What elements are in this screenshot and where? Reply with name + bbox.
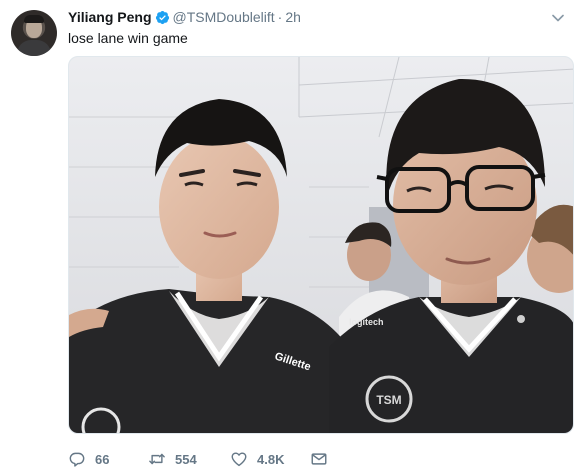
tweet-photo[interactable]: Gillette logitech TSM (68, 56, 574, 434)
tweet-timestamp[interactable]: 2h (285, 8, 301, 26)
like-count: 4.8K (257, 451, 285, 467)
avatar[interactable] (11, 10, 57, 56)
tweet-text: lose lane win game (68, 30, 188, 46)
verified-badge-icon (155, 10, 170, 25)
envelope-icon (310, 450, 328, 468)
retweet-button[interactable]: 554 (148, 450, 230, 468)
tweet-card[interactable]: Yiliang Peng @TSMDoublelift · 2h lose la… (0, 0, 578, 472)
tweet-actions: 66 554 4.8K (68, 449, 328, 469)
author-display-name[interactable]: Yiliang Peng (68, 8, 152, 26)
chevron-down-icon[interactable] (550, 10, 566, 26)
heart-icon (230, 450, 248, 468)
retweet-count: 554 (175, 451, 197, 467)
reply-button[interactable]: 66 (68, 450, 148, 468)
logo-text: TSM (376, 393, 401, 407)
author-handle[interactable]: @TSMDoublelift (173, 8, 275, 26)
header-separator: · (277, 9, 283, 25)
retweet-icon (148, 450, 166, 468)
reply-icon (68, 450, 86, 468)
direct-message-button[interactable] (310, 450, 328, 468)
avatar-body (17, 40, 51, 56)
avatar-hair (24, 15, 44, 23)
jersey-text-right: logitech (349, 317, 384, 327)
like-button[interactable]: 4.8K (230, 450, 310, 468)
tweet-header: Yiliang Peng @TSMDoublelift · 2h (68, 8, 301, 26)
reply-count: 66 (95, 451, 110, 467)
